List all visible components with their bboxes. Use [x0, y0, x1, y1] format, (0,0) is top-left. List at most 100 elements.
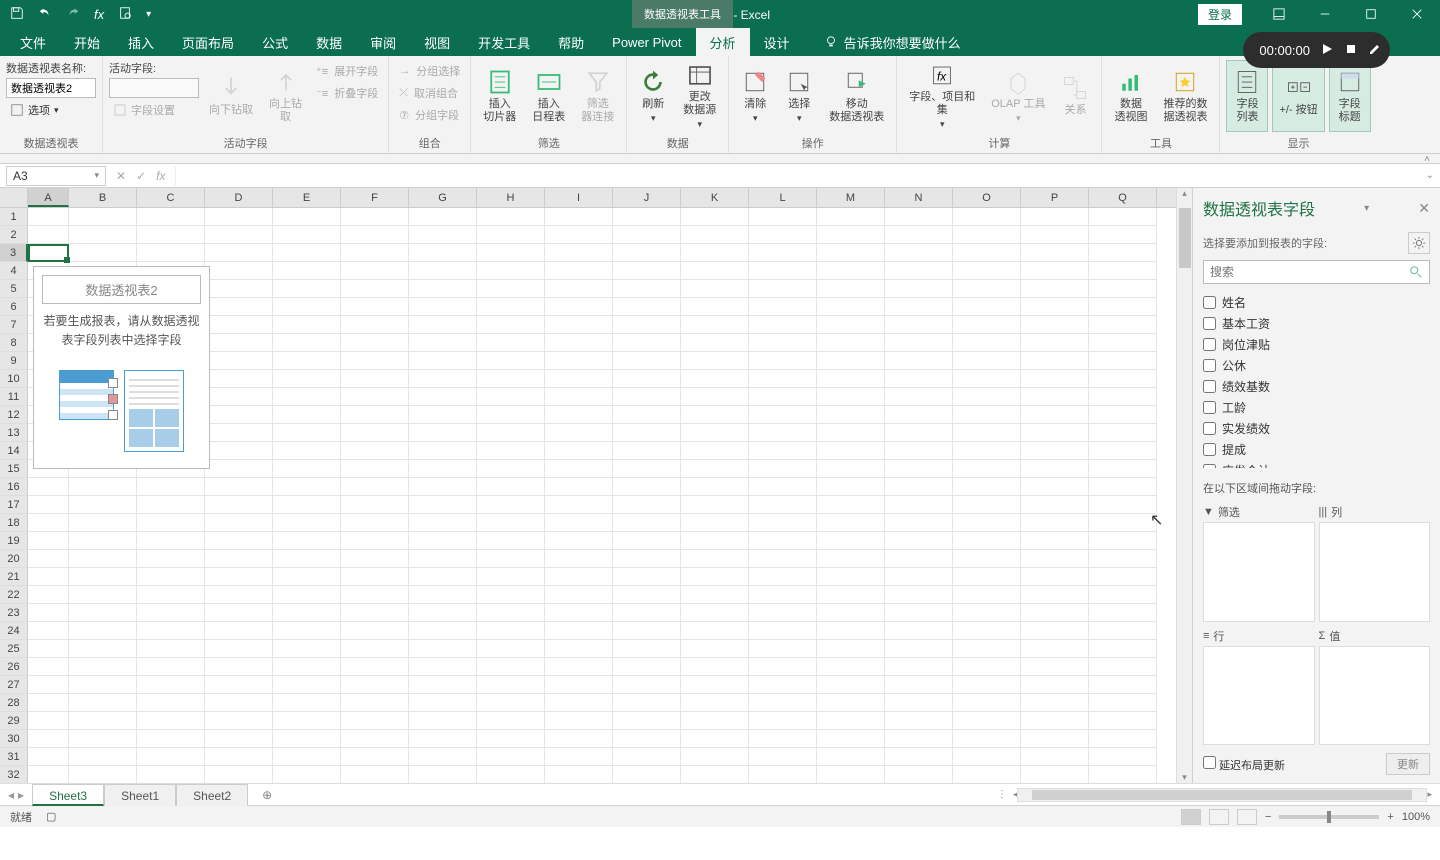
- cell[interactable]: [1089, 586, 1157, 604]
- cell[interactable]: [953, 262, 1021, 280]
- row-header[interactable]: 3: [0, 244, 28, 262]
- cell[interactable]: [885, 388, 953, 406]
- cell[interactable]: [1021, 676, 1089, 694]
- cell[interactable]: [749, 370, 817, 388]
- cell[interactable]: [749, 244, 817, 262]
- cell[interactable]: [341, 676, 409, 694]
- tab-analyze[interactable]: 分析: [696, 28, 750, 56]
- cell[interactable]: [1021, 550, 1089, 568]
- cell[interactable]: [1021, 262, 1089, 280]
- cell[interactable]: [817, 352, 885, 370]
- cell[interactable]: [613, 532, 681, 550]
- cell[interactable]: [341, 640, 409, 658]
- cell[interactable]: [1089, 226, 1157, 244]
- cell[interactable]: [953, 208, 1021, 226]
- cell[interactable]: [1089, 514, 1157, 532]
- cell[interactable]: [273, 406, 341, 424]
- field-headers-button[interactable]: 字段 标题: [1329, 60, 1371, 132]
- cell[interactable]: [817, 478, 885, 496]
- sheet-tab[interactable]: Sheet1: [104, 784, 176, 806]
- field-item[interactable]: 工龄: [1203, 397, 1430, 418]
- drill-down-button[interactable]: 向下钻取: [203, 60, 259, 132]
- close-icon[interactable]: ✕: [1418, 200, 1430, 217]
- cell[interactable]: [69, 748, 137, 766]
- enter-icon[interactable]: ✓: [136, 169, 146, 183]
- cell[interactable]: [817, 712, 885, 730]
- cell[interactable]: [273, 604, 341, 622]
- cell[interactable]: [205, 334, 273, 352]
- cell[interactable]: [273, 550, 341, 568]
- cell[interactable]: [681, 244, 749, 262]
- row-header[interactable]: 28: [0, 694, 28, 712]
- field-settings-button[interactable]: 字段设置: [109, 100, 199, 120]
- cell[interactable]: [545, 352, 613, 370]
- cell[interactable]: [1089, 316, 1157, 334]
- cell[interactable]: [545, 622, 613, 640]
- cell[interactable]: [885, 424, 953, 442]
- col-header[interactable]: N: [885, 188, 953, 207]
- cell[interactable]: [885, 370, 953, 388]
- cell[interactable]: [681, 208, 749, 226]
- cell[interactable]: [1021, 514, 1089, 532]
- qat-customize-icon[interactable]: ▾: [146, 9, 151, 20]
- cell[interactable]: [409, 370, 477, 388]
- expand-fbar-icon[interactable]: ⌄: [1420, 170, 1440, 181]
- tab-file[interactable]: 文件: [6, 28, 60, 56]
- tab-insert[interactable]: 插入: [114, 28, 168, 56]
- cell[interactable]: [341, 460, 409, 478]
- cell[interactable]: [885, 316, 953, 334]
- cell[interactable]: [273, 766, 341, 783]
- cell[interactable]: [273, 514, 341, 532]
- cell[interactable]: [817, 370, 885, 388]
- cell[interactable]: [409, 568, 477, 586]
- cell[interactable]: [885, 442, 953, 460]
- gear-icon[interactable]: [1408, 232, 1430, 254]
- col-header[interactable]: P: [1021, 188, 1089, 207]
- cell[interactable]: [681, 442, 749, 460]
- cell[interactable]: [953, 712, 1021, 730]
- cell[interactable]: [817, 514, 885, 532]
- tab-dev[interactable]: 开发工具: [464, 28, 544, 56]
- cell[interactable]: [817, 586, 885, 604]
- cell[interactable]: [885, 352, 953, 370]
- cell[interactable]: [681, 334, 749, 352]
- cell[interactable]: [477, 298, 545, 316]
- cell[interactable]: [273, 622, 341, 640]
- cell[interactable]: [477, 388, 545, 406]
- cell[interactable]: [681, 676, 749, 694]
- cell[interactable]: [817, 244, 885, 262]
- cell[interactable]: [409, 262, 477, 280]
- cell[interactable]: [749, 442, 817, 460]
- cell[interactable]: [28, 622, 69, 640]
- col-header[interactable]: I: [545, 188, 613, 207]
- cell[interactable]: [205, 352, 273, 370]
- cell[interactable]: [1021, 244, 1089, 262]
- cell[interactable]: [749, 226, 817, 244]
- cell[interactable]: [885, 406, 953, 424]
- pivot-name-input[interactable]: [6, 78, 96, 98]
- cell[interactable]: [477, 478, 545, 496]
- sheet-tab[interactable]: Sheet3: [32, 784, 104, 806]
- row-header[interactable]: 19: [0, 532, 28, 550]
- cell[interactable]: [477, 334, 545, 352]
- cell[interactable]: [817, 496, 885, 514]
- cell[interactable]: [885, 244, 953, 262]
- cell[interactable]: [205, 550, 273, 568]
- cell[interactable]: [545, 334, 613, 352]
- cell[interactable]: [1089, 388, 1157, 406]
- cell[interactable]: [545, 496, 613, 514]
- cell[interactable]: [885, 622, 953, 640]
- cell[interactable]: [681, 658, 749, 676]
- cell[interactable]: [273, 424, 341, 442]
- play-icon[interactable]: [1320, 42, 1334, 59]
- cell[interactable]: [28, 586, 69, 604]
- cell[interactable]: [953, 550, 1021, 568]
- tab-design[interactable]: 设计: [750, 28, 804, 56]
- cell[interactable]: [953, 640, 1021, 658]
- tab-view[interactable]: 视图: [410, 28, 464, 56]
- cell[interactable]: [341, 316, 409, 334]
- col-header[interactable]: L: [749, 188, 817, 207]
- col-header[interactable]: H: [477, 188, 545, 207]
- cell[interactable]: [885, 334, 953, 352]
- cell[interactable]: [885, 280, 953, 298]
